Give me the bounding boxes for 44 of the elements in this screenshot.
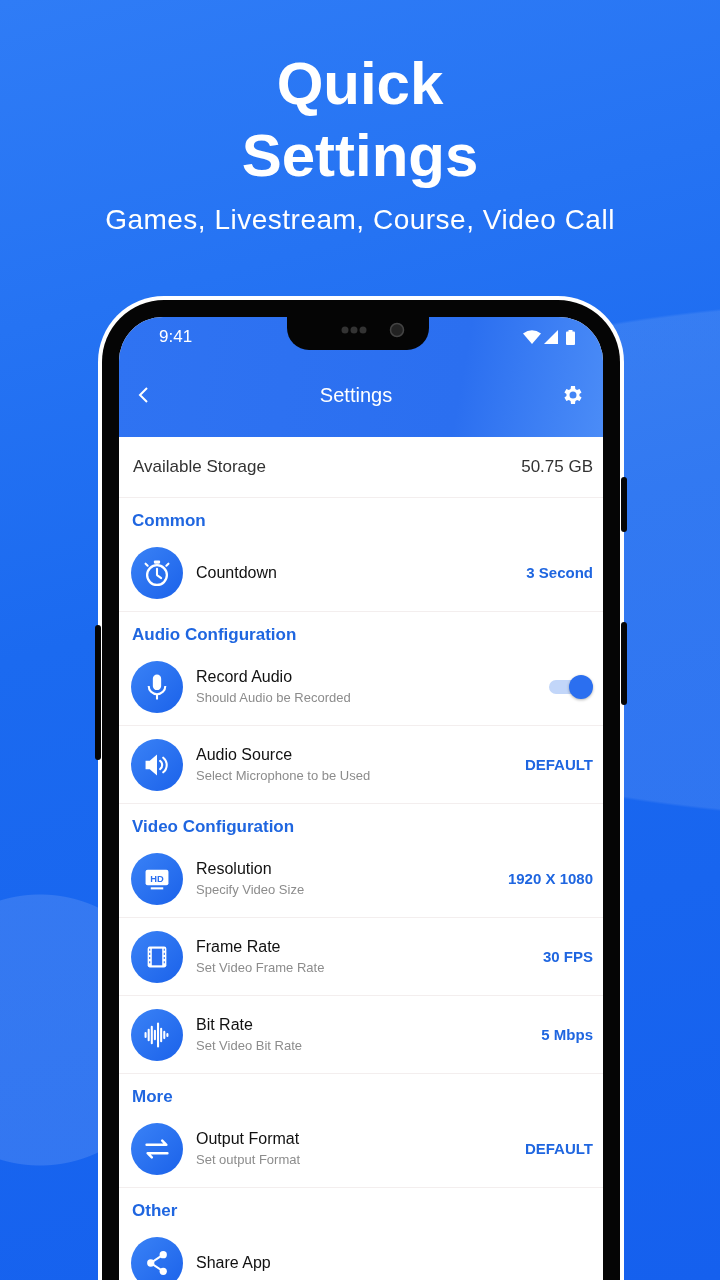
- setting-title: Countdown: [196, 563, 277, 582]
- setting-title: Audio Source: [196, 746, 293, 764]
- monitor-icon: HD: [131, 852, 183, 905]
- setting-title: Output Format: [196, 1130, 300, 1148]
- section-header: Video Configuration: [132, 817, 295, 837]
- microphone-icon: [131, 660, 183, 713]
- setting-subtitle: Select Microphone to be Used: [196, 768, 371, 783]
- screen-title: Settings: [318, 383, 394, 407]
- swap-arrows-icon: [131, 1122, 183, 1175]
- setting-value[interactable]: DEFAULT: [524, 1140, 593, 1157]
- section-header: Common: [132, 511, 206, 531]
- storage-value: 50.75 GB: [521, 457, 593, 477]
- wifi-icon: [523, 330, 541, 344]
- camera-drawing: [341, 322, 405, 338]
- setting-value[interactable]: DEFAULT: [524, 756, 593, 773]
- setting-title: Bit Rate: [196, 1016, 253, 1034]
- chevron-left-icon: [137, 385, 151, 405]
- signal-icon: [544, 330, 558, 344]
- setting-title: Record Audio: [196, 668, 293, 686]
- headline: Quick Settings: [241, 49, 479, 191]
- setting-title: Resolution: [196, 860, 272, 878]
- setting-title: Frame Rate: [196, 938, 281, 956]
- setting-subtitle: Specify Video Size: [196, 882, 305, 897]
- section-header: Audio Configuration: [132, 625, 297, 645]
- film-icon: [131, 930, 183, 983]
- sound-wave-icon: [131, 1008, 183, 1061]
- status-time: 9:41: [159, 327, 193, 347]
- setting-value[interactable]: 1920 X 1080: [507, 870, 593, 887]
- setting-subtitle: Set Video Bit Rate: [196, 1038, 302, 1053]
- setting-subtitle: Set output Format: [196, 1152, 301, 1167]
- setting-subtitle: Set Video Frame Rate: [196, 960, 325, 975]
- toggle-switch[interactable]: [547, 673, 593, 700]
- setting-value[interactable]: 30 FPS: [542, 948, 593, 965]
- stopwatch-icon: [131, 546, 183, 599]
- subtitle: Games, Livestream, Course, Video Call: [105, 204, 615, 236]
- speaker-icon: [131, 738, 183, 791]
- setting-title: Share App: [196, 1253, 271, 1272]
- setting-value[interactable]: 5 Mbps: [541, 1026, 593, 1043]
- storage-label: Available Storage: [133, 457, 266, 477]
- setting-subtitle: Should Audio be Recorded: [196, 690, 351, 705]
- section-header: Other: [132, 1201, 178, 1221]
- section-header: More: [132, 1087, 173, 1107]
- setting-value[interactable]: 3 Second: [526, 564, 593, 581]
- battery-icon: [566, 329, 575, 345]
